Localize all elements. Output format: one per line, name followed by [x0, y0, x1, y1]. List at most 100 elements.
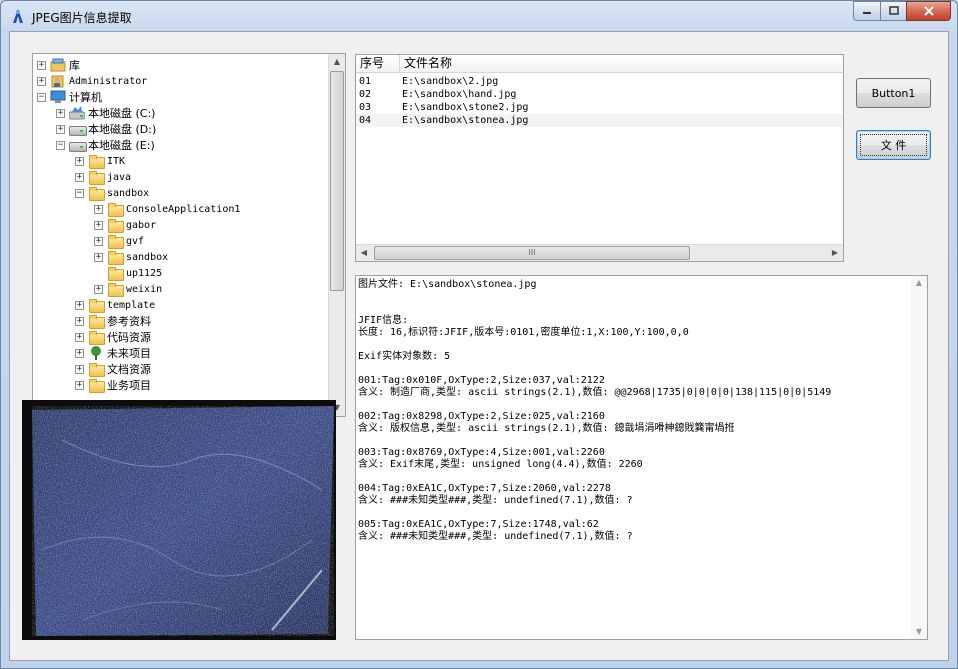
scroll-up-icon[interactable]: ▲	[329, 54, 345, 70]
folder-icon	[107, 234, 124, 249]
expand-icon[interactable]: +	[75, 156, 84, 166]
info-line: 004:Tag:0xEA1C,OxType:7,Size:2060,val:22…	[358, 483, 611, 494]
info-line: JFIF信息:	[358, 315, 409, 326]
tree-item[interactable]: + gabor	[94, 217, 156, 233]
tree-item[interactable]: + 库	[37, 57, 80, 73]
tree-item[interactable]: − 本地磁盘 (E:)	[56, 137, 155, 153]
expand-icon[interactable]: +	[75, 364, 84, 374]
list-horizontal-scrollbar[interactable]: ◀ III ▶	[356, 244, 843, 261]
info-line: 含义: 制造厂商,类型: ascii strings(2.1),数值: @@29…	[358, 387, 832, 398]
folder-icon	[88, 378, 105, 393]
file-list[interactable]: 序号 文件名称 01 E:\sandbox\2.jpg 02 E:\sandbox\h…	[355, 54, 844, 262]
info-line: 长度: 16,标识符:JFIF,版本号:0101,密度单位:1,X:100,Y:…	[358, 327, 689, 338]
tree-item-label: java	[107, 171, 132, 183]
app-window: JPEG图片信息提取 + 库 + Administrator − 计算机 + 本地磁盘 (C:…	[0, 0, 958, 669]
minimize-button[interactable]	[853, 1, 880, 21]
tree-item[interactable]: + weixin	[94, 281, 162, 297]
tree-item[interactable]: + 代码资源	[75, 329, 151, 345]
table-row[interactable]: 01 E:\sandbox\2.jpg	[356, 75, 843, 88]
tree-item[interactable]: + ConsoleApplication1	[94, 201, 240, 217]
folder-icon	[88, 298, 105, 313]
tree-scroll-thumb[interactable]	[330, 71, 344, 291]
folder-icon	[88, 314, 105, 329]
title-bar[interactable]: JPEG图片信息提取	[1, 1, 957, 31]
expand-icon[interactable]: +	[94, 220, 103, 230]
scroll-down-icon[interactable]: ▼	[911, 625, 927, 639]
image-preview	[22, 400, 336, 640]
list-scroll-thumb[interactable]: III	[374, 246, 690, 260]
info-line: 图片文件: E:\sandbox\stonea.jpg	[358, 279, 537, 290]
tree-item[interactable]: + sandbox	[94, 249, 168, 265]
expand-icon[interactable]: +	[37, 60, 46, 70]
collapse-icon[interactable]: −	[56, 140, 65, 150]
info-line: 005:Tag:0xEA1C,OxType:7,Size:1748,val:62	[358, 519, 599, 530]
scroll-right-icon[interactable]: ▶	[827, 245, 843, 261]
drive-c-icon	[68, 106, 86, 120]
tree-item[interactable]: + 本地磁盘 (C:)	[56, 105, 155, 121]
tree-item[interactable]: − sandbox	[75, 185, 149, 201]
info-vertical-scrollbar[interactable]: ▲ ▼	[911, 276, 927, 639]
expand-icon[interactable]: +	[75, 332, 84, 342]
expand-icon[interactable]: +	[75, 300, 84, 310]
table-row[interactable]: 02 E:\sandbox\hand.jpg	[356, 88, 843, 101]
expand-icon[interactable]: +	[94, 204, 103, 214]
tree-item[interactable]: + 参考资料	[75, 313, 151, 329]
folder-icon	[107, 218, 124, 233]
folder-icon	[107, 250, 124, 265]
tree-item[interactable]: + 业务项目	[75, 377, 151, 393]
button1[interactable]: Button1	[856, 78, 931, 108]
expand-icon[interactable]: +	[75, 380, 84, 390]
folder-tree[interactable]: + 库 + Administrator − 计算机 + 本地磁盘 (C:) + 本地磁盘 (D:)…	[32, 53, 346, 417]
expand-icon[interactable]: +	[75, 172, 84, 182]
file-button[interactable]: 文 件	[856, 130, 931, 160]
tree-item[interactable]: + 本地磁盘 (D:)	[56, 121, 156, 137]
expand-icon[interactable]: +	[94, 252, 103, 262]
tree-item[interactable]: + template	[75, 297, 155, 313]
maximize-icon	[888, 6, 899, 15]
folder-icon	[88, 170, 105, 185]
tree-item[interactable]: + java	[75, 169, 131, 185]
folder-icon	[107, 266, 124, 281]
expand-icon[interactable]: +	[94, 284, 103, 294]
tree-item[interactable]: up1125	[94, 265, 162, 281]
folder-icon	[107, 202, 124, 217]
scroll-up-icon[interactable]: ▲	[911, 276, 927, 290]
info-line: 001:Tag:0x010F,OxType:2,Size:037,val:212…	[358, 375, 605, 386]
expand-icon[interactable]: +	[75, 316, 84, 326]
collapse-icon[interactable]: −	[75, 188, 84, 198]
close-button[interactable]	[906, 1, 951, 21]
expand-icon[interactable]: +	[56, 124, 65, 134]
scroll-left-icon[interactable]: ◀	[356, 245, 372, 261]
folder-icon	[107, 282, 124, 297]
tree-item-label: gabor	[126, 219, 157, 231]
tree-item[interactable]: + 未来项目	[75, 345, 151, 361]
library-icon	[50, 58, 66, 72]
client-area: + 库 + Administrator − 计算机 + 本地磁盘 (C:) + 本地磁盘 (D:)…	[9, 31, 949, 661]
row-filename: E:\sandbox\hand.jpg	[402, 89, 517, 100]
table-row[interactable]: 03 E:\sandbox\stone2.jpg	[356, 101, 843, 114]
expand-icon[interactable]: +	[94, 236, 103, 246]
column-header-filename[interactable]: 文件名称	[400, 55, 843, 72]
table-row[interactable]: 04 E:\sandbox\stonea.jpg	[356, 114, 843, 127]
tree-item[interactable]: + Administrator	[37, 73, 147, 89]
user-icon	[50, 74, 66, 88]
collapse-icon[interactable]: −	[37, 92, 46, 102]
column-header-index[interactable]: 序号	[356, 55, 400, 72]
tree-plant-icon	[88, 346, 104, 360]
expand-icon[interactable]: +	[75, 348, 84, 358]
image-info-text[interactable]: 图片文件: E:\sandbox\stonea.jpg JFIF信息: 长度: 16…	[355, 275, 928, 640]
expand-icon[interactable]: +	[37, 76, 46, 86]
row-filename: E:\sandbox\stone2.jpg	[402, 102, 529, 113]
tree-vertical-scrollbar[interactable]: ▲ ▼	[328, 54, 345, 416]
tree-item-label: weixin	[126, 283, 163, 295]
maximize-button[interactable]	[880, 1, 906, 21]
info-line: 003:Tag:0x8769,OxType:4,Size:001,val:226…	[358, 447, 605, 458]
expand-icon[interactable]: +	[56, 108, 65, 118]
tree-item[interactable]: − 计算机	[37, 89, 102, 105]
tree-item[interactable]: + 文档资源	[75, 361, 151, 377]
tree-item-label: 代码资源	[107, 331, 151, 344]
info-line: 含义: ###未知类型###,类型: undefined(7.1),数值: ?	[358, 531, 633, 542]
tree-item[interactable]: + ITK	[75, 153, 125, 169]
tree-item[interactable]: + gvf	[94, 233, 144, 249]
minimize-icon	[863, 12, 871, 14]
